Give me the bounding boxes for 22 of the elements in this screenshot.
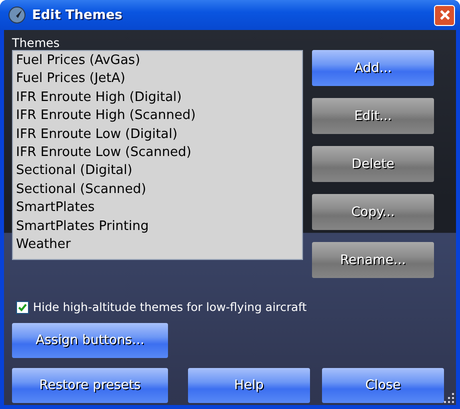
window-title: Edit Themes	[32, 8, 124, 22]
list-item[interactable]: IFR Enroute Low (Digital)	[15, 126, 302, 144]
assign-buttons-button[interactable]: Assign buttons...	[12, 323, 168, 358]
list-item[interactable]: Weather	[15, 236, 302, 254]
list-item[interactable]: Sectional (Digital)	[15, 162, 302, 181]
resize-grip-icon[interactable]	[444, 393, 454, 403]
themes-label: Themes	[12, 36, 61, 50]
list-item[interactable]: Fuel Prices (JetA)	[15, 70, 302, 89]
list-item[interactable]: Sectional (Scanned)	[15, 180, 302, 200]
list-item[interactable]: SmartPlates	[15, 199, 302, 218]
app-icon	[8, 6, 26, 24]
action-button[interactable]: Add...	[312, 50, 434, 86]
close-button[interactable]	[434, 4, 455, 26]
themes-list[interactable]	[12, 50, 303, 260]
list-item[interactable]: IFR Enroute Low (Scanned)	[15, 144, 302, 162]
checkbox[interactable]	[16, 300, 29, 314]
list-item[interactable]: IFR Enroute High (Scanned)	[15, 107, 302, 126]
checkbox-label: Hide high-altitude themes for low-flying aircraft	[33, 300, 307, 314]
list-item[interactable]: IFR Enroute High (Digital)	[15, 88, 302, 108]
close-icon[interactable]	[438, 9, 450, 21]
list-item[interactable]: SmartPlates Printing	[15, 218, 302, 236]
list-item[interactable]: Fuel Prices (AvGas)	[15, 52, 302, 70]
